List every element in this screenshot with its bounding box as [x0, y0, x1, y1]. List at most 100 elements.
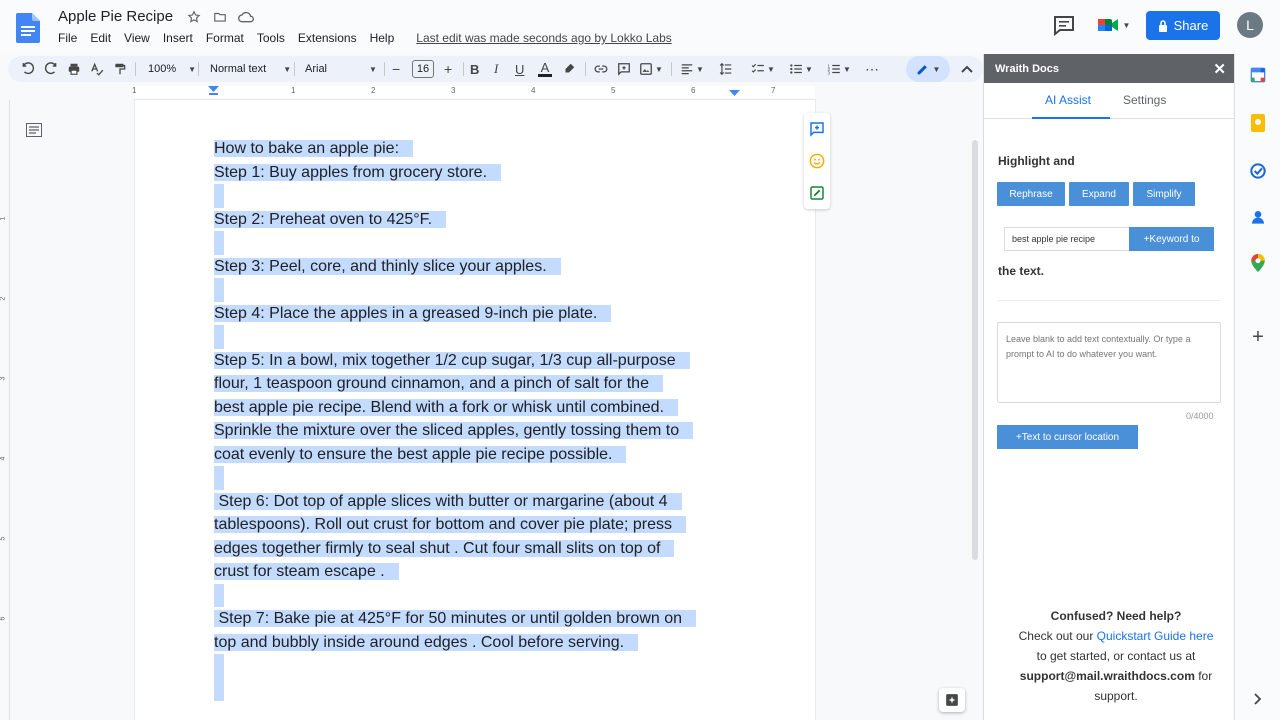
doc-line[interactable]: best apple pie recipe. Blend with a fork…	[214, 396, 754, 420]
doc-line-empty[interactable]	[214, 231, 754, 255]
expand-button[interactable]: Expand	[1069, 182, 1129, 206]
font-select[interactable]: Arial ▼	[305, 56, 377, 82]
support-email[interactable]: support@mail.wraithdocs.com	[1020, 669, 1195, 683]
emoji-reaction-icon[interactable]	[809, 153, 825, 169]
doc-line[interactable]: crust for steam escape .	[214, 560, 754, 584]
maps-icon[interactable]	[1249, 254, 1267, 272]
menu-format[interactable]: Format	[206, 31, 244, 45]
doc-line-empty[interactable]	[214, 583, 754, 607]
align-icon[interactable]: ▼	[680, 56, 704, 82]
meet-button[interactable]: ▼	[1094, 10, 1134, 40]
chevron-right-icon[interactable]	[1249, 690, 1267, 708]
left-indent-marker-icon[interactable]	[208, 86, 219, 96]
insert-link-icon[interactable]	[593, 56, 609, 82]
doc-line[interactable]: Step 3: Peel, core, and thinly slice you…	[214, 255, 754, 279]
underline-icon[interactable]: U	[515, 56, 524, 82]
avatar[interactable]: L	[1237, 12, 1263, 38]
close-icon[interactable]: ✕	[1213, 60, 1226, 78]
star-icon[interactable]	[186, 9, 202, 25]
italic-icon[interactable]: I	[494, 56, 498, 82]
line-spacing-icon[interactable]	[719, 56, 733, 82]
tab-ai-assist[interactable]: AI Assist	[1045, 93, 1091, 107]
document-title[interactable]: Apple Pie Recipe	[58, 8, 173, 25]
last-edit-link[interactable]: Last edit was made seconds ago by Lokko …	[416, 31, 672, 45]
cloud-status-icon[interactable]	[238, 9, 254, 25]
checklist-icon[interactable]: ▼	[751, 56, 775, 82]
doc-line-empty[interactable]	[214, 325, 754, 349]
doc-line[interactable]: Sprinkle the mixture over the sliced app…	[214, 419, 754, 443]
suggest-edits-icon[interactable]	[809, 185, 825, 201]
menu-file[interactable]: File	[58, 31, 77, 45]
add-comment-icon[interactable]	[809, 121, 825, 137]
zoom-select[interactable]: 100% ▼	[148, 56, 196, 82]
doc-line[interactable]: Step 2: Preheat oven to 425°F.	[214, 208, 754, 232]
doc-line[interactable]: Step 4: Place the apples in a greased 9-…	[214, 302, 754, 326]
doc-line-empty[interactable]	[214, 278, 754, 302]
ruler-number: 1	[132, 86, 137, 95]
move-folder-icon[interactable]	[212, 9, 228, 25]
add-keyword-button[interactable]: +Keyword to	[1129, 227, 1214, 251]
insert-image-icon[interactable]: ▼	[639, 56, 663, 82]
highlight-color-icon[interactable]	[562, 56, 576, 82]
doc-line[interactable]: How to bake an apple pie:	[214, 137, 754, 161]
document-body[interactable]: How to bake an apple pie: Step 1: Buy ap…	[214, 137, 754, 701]
explore-button[interactable]	[939, 688, 965, 712]
doc-line[interactable]: Step 7: Bake pie at 425°F for 50 minutes…	[214, 607, 754, 631]
chevron-up-icon[interactable]	[961, 56, 973, 82]
bold-icon[interactable]: B	[470, 56, 479, 82]
calendar-icon[interactable]	[1249, 66, 1267, 84]
comment-history-icon[interactable]	[1052, 14, 1076, 36]
simplify-button[interactable]: Simplify	[1133, 182, 1195, 206]
text-color-icon[interactable]: A	[538, 56, 552, 82]
doc-line[interactable]: tablespoons). Roll out crust for bottom …	[214, 513, 754, 537]
editing-mode-button[interactable]: ▼	[906, 56, 950, 82]
undo-icon[interactable]	[21, 56, 35, 82]
decrease-font-size-button[interactable]: −	[392, 56, 400, 82]
document-page[interactable]: How to bake an apple pie: Step 1: Buy ap…	[135, 100, 815, 720]
menu-tools[interactable]: Tools	[257, 31, 285, 45]
style-select[interactable]: Normal text ▼	[210, 56, 291, 82]
font-size-input[interactable]: 16	[412, 60, 434, 78]
keep-icon[interactable]	[1249, 114, 1267, 132]
add-addon-icon[interactable]: +	[1249, 326, 1267, 348]
doc-line[interactable]: Step 5: In a bowl, mix together 1/2 cup …	[214, 349, 754, 373]
doc-line[interactable]: coat evenly to ensure the best apple pie…	[214, 443, 754, 467]
menu-edit[interactable]: Edit	[90, 31, 111, 45]
right-indent-marker-icon[interactable]	[729, 90, 740, 96]
paint-format-icon[interactable]	[113, 56, 127, 82]
tasks-icon[interactable]	[1249, 162, 1267, 180]
add-comment-icon[interactable]	[617, 56, 631, 82]
contacts-icon[interactable]	[1249, 208, 1267, 226]
quickstart-link[interactable]: Quickstart Guide here	[1097, 629, 1214, 643]
chevron-down-icon: ▼	[843, 64, 851, 74]
bulleted-list-icon[interactable]: ▼	[789, 56, 813, 82]
more-options-icon[interactable]: ⋯	[865, 56, 880, 82]
doc-line-empty[interactable]	[214, 466, 754, 490]
tab-settings[interactable]: Settings	[1123, 93, 1166, 107]
prompt-textarea[interactable]	[997, 322, 1221, 403]
document-scrollbar[interactable]	[972, 140, 978, 560]
doc-line-empty[interactable]	[214, 677, 754, 701]
doc-line[interactable]: Step 6: Dot top of apple slices with but…	[214, 490, 754, 514]
menu-help[interactable]: Help	[370, 31, 395, 45]
doc-line[interactable]: top and bubbly inside around edges . Coo…	[214, 631, 754, 655]
keyword-input[interactable]: best apple pie recipe	[1004, 227, 1130, 251]
print-icon[interactable]	[67, 56, 81, 82]
numbered-list-icon[interactable]: 1 2 3 ▼	[827, 56, 851, 82]
doc-line[interactable]: edges together firmly to seal shut . Cut…	[214, 537, 754, 561]
doc-line[interactable]: flour, 1 teaspoon ground cinnamon, and a…	[214, 372, 754, 396]
menu-view[interactable]: View	[124, 31, 150, 45]
redo-icon[interactable]	[44, 56, 58, 82]
doc-line-empty[interactable]	[214, 184, 754, 208]
menu-insert[interactable]: Insert	[163, 31, 193, 45]
rephrase-button[interactable]: Rephrase	[997, 182, 1065, 206]
docs-logo-icon[interactable]	[16, 13, 40, 43]
menu-extensions[interactable]: Extensions	[298, 31, 357, 45]
increase-font-size-button[interactable]: +	[444, 56, 452, 82]
doc-line[interactable]: Step 1: Buy apples from grocery store.	[214, 161, 754, 185]
document-outline-icon[interactable]	[26, 123, 42, 137]
share-button[interactable]: Share	[1146, 11, 1220, 40]
doc-line-empty[interactable]	[214, 654, 754, 678]
text-to-cursor-button[interactable]: +Text to cursor location	[997, 425, 1138, 449]
spellcheck-icon[interactable]	[90, 56, 104, 82]
